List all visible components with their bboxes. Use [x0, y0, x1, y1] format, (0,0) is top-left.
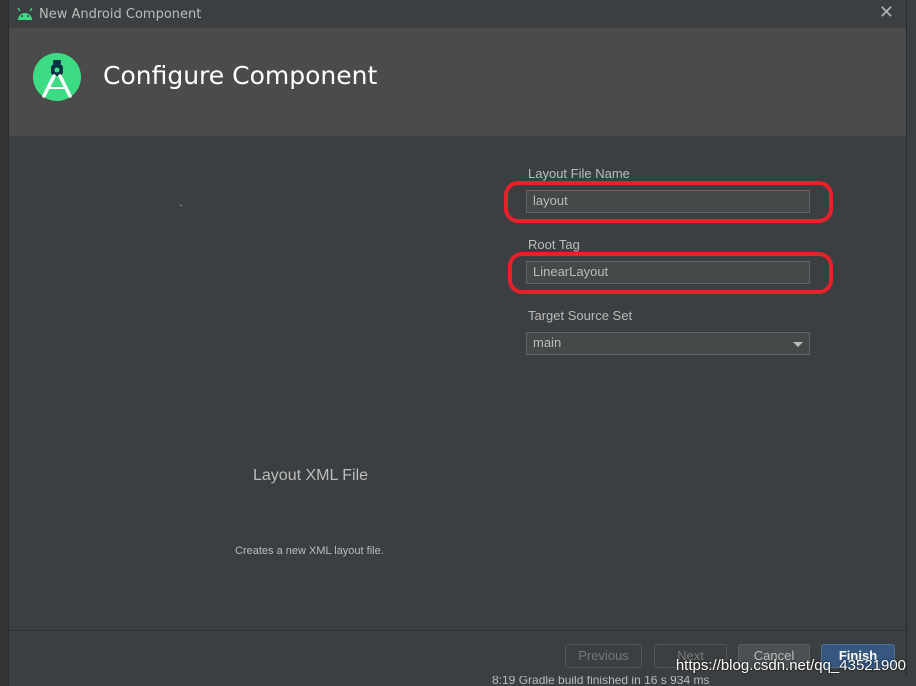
target-source-set-value: main — [533, 335, 562, 350]
previous-button[interactable]: Previous — [565, 644, 642, 668]
root-tag-label: Root Tag — [528, 237, 580, 252]
ide-status-bar: 8:19 Gradle build finished in 16 s 934 m… — [430, 676, 916, 686]
android-studio-logo-icon — [33, 53, 81, 101]
chevron-down-icon — [793, 342, 803, 347]
layout-file-name-highlight — [504, 181, 833, 223]
dialog-title: New Android Component — [39, 7, 202, 22]
component-name: Layout XML File — [253, 467, 369, 484]
target-source-set-label: Target Source Set — [528, 308, 633, 323]
watermark-text: https://blog.csdn.net/qq_43521900 — [675, 657, 906, 674]
ide-right-panel — [906, 0, 916, 686]
page-title: Configure Component — [103, 61, 378, 90]
layout-file-name-label: Layout File Name — [528, 166, 630, 181]
target-source-set-select[interactable]: main — [526, 332, 810, 355]
dialog-header: Configure Component — [9, 28, 906, 136]
component-preview — [180, 205, 182, 206]
android-icon — [17, 7, 33, 20]
dialog-content: Layout XML File Creates a new XML layout… — [9, 136, 906, 630]
status-text: 8:19 Gradle build finished in 16 s 934 m… — [492, 676, 710, 686]
root-tag-highlight — [508, 252, 833, 294]
dialog-titlebar: New Android Component ✕ — [9, 0, 906, 28]
close-icon[interactable]: ✕ — [879, 3, 894, 23]
new-android-component-dialog: New Android Component ✕ Configure Compon… — [8, 0, 907, 686]
component-description: Creates a new XML layout file. — [235, 545, 384, 557]
